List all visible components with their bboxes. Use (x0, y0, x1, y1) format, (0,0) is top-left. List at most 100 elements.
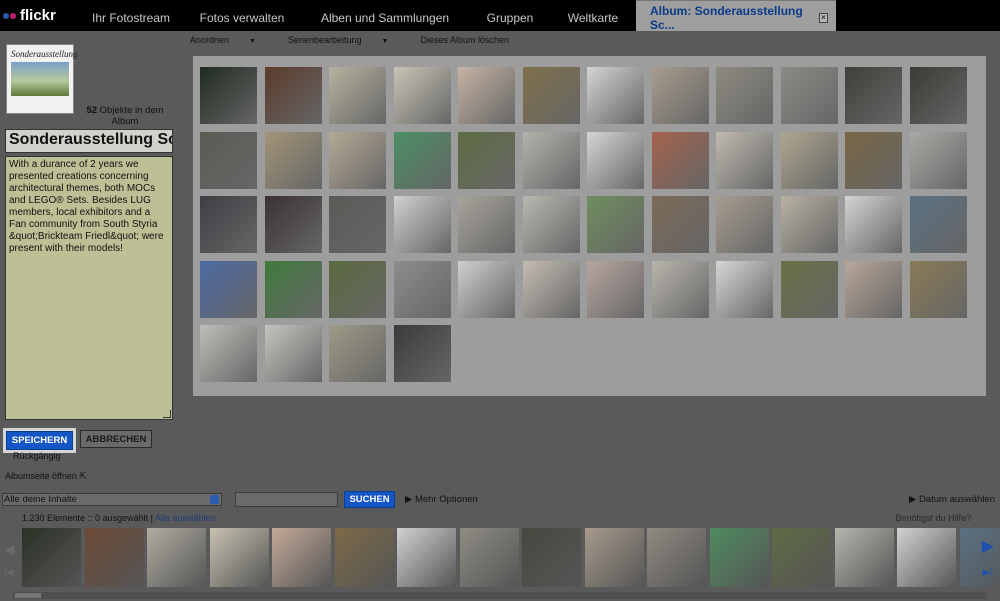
search-input[interactable] (235, 492, 338, 507)
arrange-menu[interactable]: Anordnen ▼ (190, 35, 272, 49)
resize-grip-icon[interactable] (163, 410, 171, 418)
album-photo-thumbnail[interactable] (587, 260, 644, 318)
photostream-thumbnail[interactable] (709, 528, 769, 587)
photostream-thumbnail[interactable] (772, 528, 831, 587)
open-album-page-link[interactable]: Albumseite öffnen ⇱ (5, 471, 87, 482)
album-photo-thumbnail[interactable] (716, 67, 773, 124)
album-photo-thumbnail[interactable] (587, 67, 644, 124)
tab-groups[interactable]: Gruppen (470, 0, 550, 31)
album-photo-thumbnail[interactable] (393, 131, 451, 189)
album-photo-thumbnail[interactable] (393, 196, 451, 253)
album-photo-thumbnail[interactable] (200, 67, 257, 124)
album-photo-thumbnail[interactable] (716, 196, 773, 253)
scroll-right-icon[interactable]: ▶ (982, 536, 994, 556)
tab-world-map[interactable]: Weltkarte (550, 0, 636, 31)
tab-photostream[interactable]: Ihr Fotostream (78, 0, 184, 31)
tab-album-active[interactable]: Album: Sonderausstellung Sc... × (636, 0, 836, 32)
photostream-thumbnail[interactable] (459, 528, 519, 587)
batch-edit-menu[interactable]: Serienbearbeitung ▼ (288, 35, 405, 49)
cancel-button[interactable]: ABBRECHEN (80, 430, 152, 448)
album-photo-thumbnail[interactable] (200, 131, 257, 189)
photostream-thumbnail[interactable] (897, 528, 956, 587)
scrollbar-knob[interactable] (15, 593, 41, 598)
album-photo-thumbnail[interactable] (264, 67, 322, 124)
album-photo-thumbnail[interactable] (200, 325, 257, 382)
search-button[interactable]: SUCHEN (344, 491, 395, 508)
photostream-thumbnail[interactable] (147, 528, 206, 587)
album-photo-thumbnail[interactable] (909, 260, 967, 318)
album-photo-thumbnail[interactable] (587, 131, 644, 189)
album-photo-thumbnail[interactable] (780, 196, 838, 253)
photostream-thumbnail[interactable] (397, 528, 456, 587)
album-photo-thumbnail[interactable] (909, 67, 967, 124)
help-link[interactable]: Benötigst du Hilfe? (895, 513, 971, 523)
album-photo-thumbnail[interactable] (780, 131, 838, 189)
photostream-thumbnail[interactable] (522, 528, 581, 587)
photostream-thumbnail[interactable] (209, 528, 269, 587)
scroll-left-icon[interactable]: ◀ (4, 541, 15, 558)
album-photo-thumbnail[interactable] (329, 325, 386, 382)
close-tab-icon[interactable]: × (818, 13, 828, 23)
content-filter-select[interactable]: Alle deine Inhalte (2, 493, 222, 506)
more-options-toggle[interactable]: ▶ Mehr Optionen (405, 494, 478, 505)
flickr-logo[interactable]: flickr (0, 0, 78, 31)
album-photo-thumbnail[interactable] (200, 196, 257, 253)
delete-album-link[interactable]: Dieses Album löschen (420, 35, 509, 49)
album-description-textarea[interactable]: With a durance of 2 years we presented c… (5, 156, 173, 420)
album-photo-thumbnail[interactable] (845, 260, 902, 318)
album-photo-thumbnail[interactable] (458, 67, 515, 124)
undo-link[interactable]: Rückgängig (13, 451, 61, 461)
album-photo-thumbnail[interactable] (651, 196, 709, 253)
album-title-input[interactable]: Sonderausstellung Sc (5, 129, 173, 153)
album-photo-thumbnail[interactable] (780, 67, 838, 124)
album-photo-thumbnail[interactable] (587, 196, 644, 253)
album-photo-thumbnail[interactable] (458, 260, 515, 318)
album-photo-thumbnail[interactable] (329, 196, 386, 253)
logo-text: flickr (20, 7, 56, 24)
scroll-end-icon[interactable]: ▶| (983, 567, 992, 578)
album-photo-thumbnail[interactable] (845, 67, 902, 124)
album-photo-thumbnail[interactable] (522, 67, 580, 124)
photostream-thumbnail[interactable] (584, 528, 644, 587)
album-photo-thumbnail[interactable] (909, 196, 967, 253)
album-photo-thumbnail[interactable] (651, 131, 709, 189)
album-photo-thumbnail[interactable] (845, 196, 902, 253)
album-photo-thumbnail[interactable] (200, 260, 257, 318)
album-photo-thumbnail[interactable] (458, 131, 515, 189)
scroll-start-icon[interactable]: |◀ (4, 567, 13, 578)
album-photo-thumbnail[interactable] (264, 196, 322, 253)
select-all-link[interactable]: Alle auswählen (155, 513, 216, 523)
album-photo-thumbnail[interactable] (329, 131, 386, 189)
album-photo-thumbnail[interactable] (393, 67, 451, 124)
strip-scrollbar[interactable] (13, 592, 986, 599)
album-photo-thumbnail[interactable] (329, 67, 386, 124)
album-photo-thumbnail[interactable] (458, 196, 515, 253)
album-photo-thumbnail[interactable] (651, 67, 709, 124)
photostream-thumbnail[interactable] (834, 528, 894, 587)
album-photo-thumbnail[interactable] (393, 325, 451, 382)
album-photo-thumbnail[interactable] (716, 260, 773, 318)
album-photo-thumbnail[interactable] (522, 131, 580, 189)
tab-albums-collections[interactable]: Alben und Sammlungen (300, 0, 470, 31)
album-photo-thumbnail[interactable] (393, 260, 451, 318)
album-photo-thumbnail[interactable] (780, 260, 838, 318)
album-photo-thumbnail[interactable] (264, 131, 322, 189)
save-button[interactable]: SPEICHERN (6, 431, 73, 450)
album-photo-thumbnail[interactable] (264, 260, 322, 318)
album-photo-thumbnail[interactable] (522, 196, 580, 253)
select-arrows-icon (210, 495, 219, 504)
album-photo-thumbnail[interactable] (909, 131, 967, 189)
tab-manage-photos[interactable]: Fotos verwalten (184, 0, 300, 31)
choose-date-toggle[interactable]: ▶ Datum auswählen (909, 494, 995, 505)
album-photo-thumbnail[interactable] (329, 260, 386, 318)
photostream-thumbnail[interactable] (84, 528, 144, 587)
photostream-thumbnail[interactable] (272, 528, 331, 587)
album-photo-thumbnail[interactable] (522, 260, 580, 318)
album-photo-thumbnail[interactable] (264, 325, 322, 382)
photostream-thumbnail[interactable] (22, 528, 81, 587)
album-photo-thumbnail[interactable] (845, 131, 902, 189)
album-photo-thumbnail[interactable] (651, 260, 709, 318)
photostream-thumbnail[interactable] (647, 528, 706, 587)
photostream-thumbnail[interactable] (334, 528, 394, 587)
album-photo-thumbnail[interactable] (716, 131, 773, 189)
